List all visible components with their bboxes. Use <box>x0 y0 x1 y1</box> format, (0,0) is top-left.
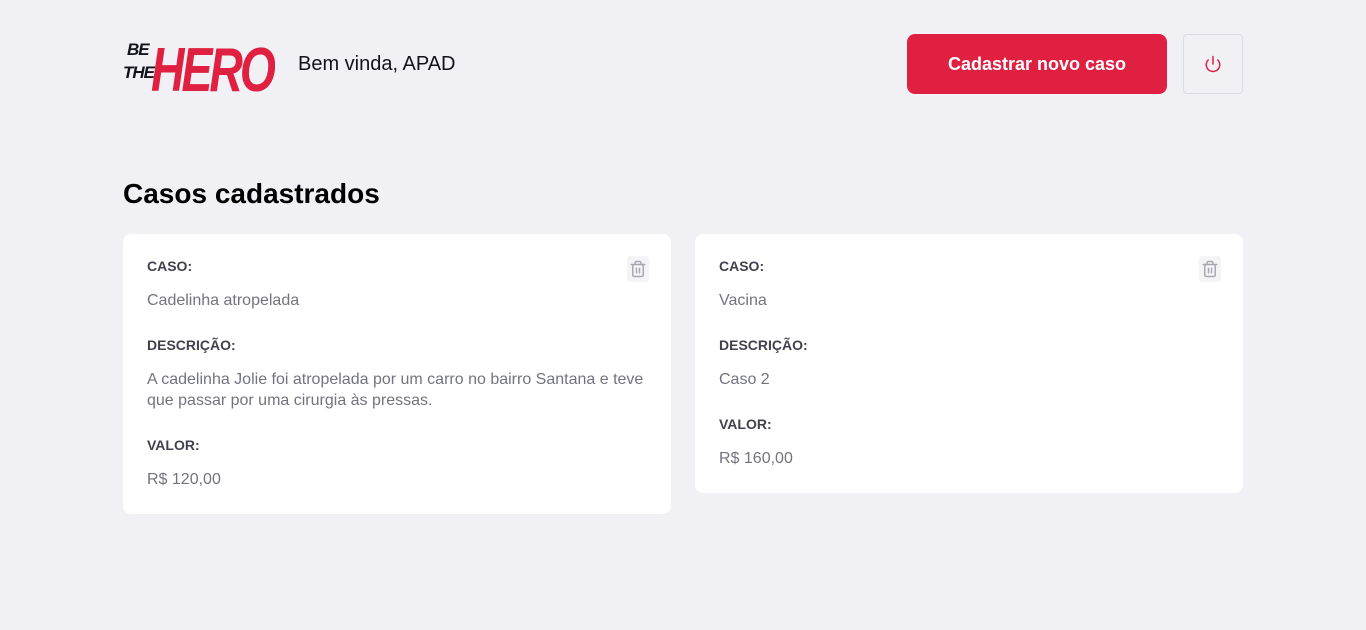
delete-case-button[interactable] <box>627 256 649 282</box>
power-icon <box>1205 55 1221 73</box>
new-case-button[interactable]: Cadastrar novo caso <box>907 34 1167 94</box>
logout-button[interactable] <box>1183 34 1243 94</box>
case-title: Cadelinha atropelada <box>147 292 300 309</box>
logo-text-be: BE <box>127 40 150 59</box>
app-header: BE THE HERO Bem vinda, APAD Cadastrar no… <box>123 32 1243 97</box>
value-label: VALOR: <box>719 416 772 432</box>
be-the-hero-logo: BE THE HERO <box>123 36 275 97</box>
case-title: Vacina <box>719 292 767 309</box>
welcome-message: Bem vinda, APAD <box>298 52 456 75</box>
value-label: VALOR: <box>147 437 200 453</box>
page-container: BE THE HERO Bem vinda, APAD Cadastrar no… <box>123 0 1243 514</box>
description-label: DESCRIÇÃO: <box>147 337 236 353</box>
case-value: R$ 120,00 <box>147 471 221 488</box>
case-card: CASO: Vacina DESCRIÇÃO: Caso 2 VALOR: R$… <box>695 234 1243 493</box>
case-description: Caso 2 <box>719 371 770 388</box>
logo-text-hero: HERO <box>151 36 275 97</box>
page-title: Casos cadastrados <box>123 178 380 209</box>
description-label: DESCRIÇÃO: <box>719 337 808 353</box>
trash-icon <box>1202 260 1218 278</box>
trash-icon <box>630 260 646 278</box>
case-description: A cadelinha Jolie foi atropelada por um … <box>147 371 644 409</box>
case-list: CASO: Cadelinha atropelada DESCRIÇÃO: A … <box>123 234 1243 514</box>
case-value: R$ 160,00 <box>719 450 793 467</box>
case-card: CASO: Cadelinha atropelada DESCRIÇÃO: A … <box>123 234 671 514</box>
delete-case-button[interactable] <box>1199 256 1221 282</box>
case-label: CASO: <box>147 258 193 274</box>
case-label: CASO: <box>719 258 765 274</box>
